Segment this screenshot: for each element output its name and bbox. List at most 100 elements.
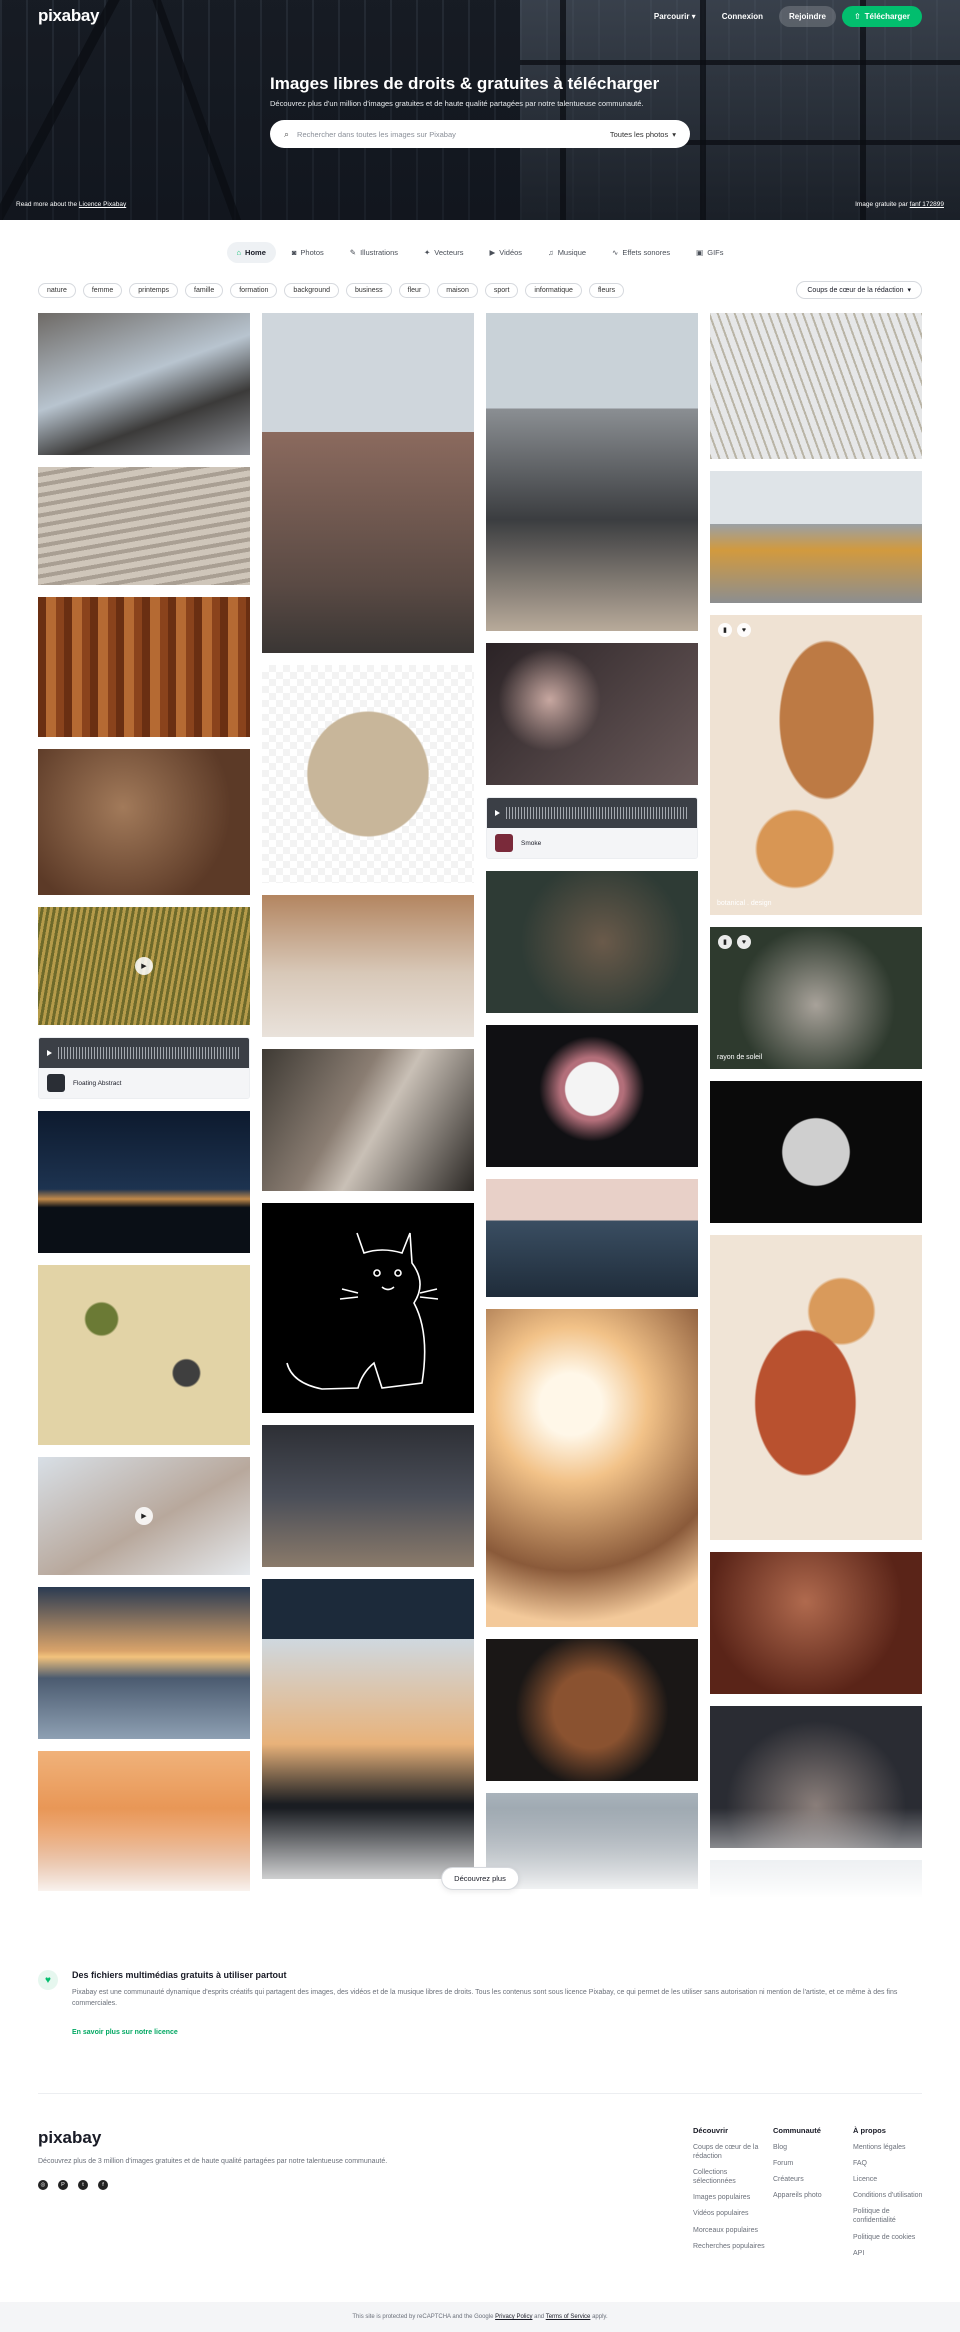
footer-link[interactable]: Coups de cœur de la rédaction [693, 2143, 768, 2161]
tab-vidéos[interactable]: ▶ Vidéos [479, 242, 532, 263]
join-button[interactable]: Rejoindre [779, 5, 836, 27]
tab-label: GIFs [707, 248, 724, 257]
discover-more-button[interactable]: Découvrez plus [441, 1867, 519, 1890]
image-tile[interactable] [486, 1639, 698, 1781]
instagram-icon[interactable]: ◎ [38, 2180, 48, 2190]
footer-link[interactable]: Conditions d'utilisation [853, 2191, 928, 2200]
license-more-link[interactable]: En savoir plus sur notre licence [72, 2029, 178, 2036]
video-play-icon[interactable]: ▶ [135, 957, 153, 975]
image-tile[interactable] [38, 313, 250, 455]
search-bar[interactable]: ⌕ Rechercher dans toutes les images sur … [270, 120, 690, 148]
footer-link[interactable]: Recherches populaires [693, 2242, 768, 2251]
bookmark-icon[interactable]: ▮ [718, 623, 732, 637]
tag-chip[interactable]: famille [185, 282, 224, 298]
tab-musique[interactable]: ♫ Musique [538, 242, 596, 263]
tab-home[interactable]: ⌂ Home [226, 242, 276, 263]
footer-link[interactable]: Blog [773, 2143, 848, 2152]
play-icon[interactable] [495, 810, 500, 816]
bookmark-icon[interactable]: ▮ [718, 935, 732, 949]
footer-link[interactable]: Images populaires [693, 2193, 768, 2202]
terms-link[interactable]: Terms of Service [546, 2314, 591, 2320]
footer-link[interactable]: Licence [853, 2175, 928, 2184]
tag-chip[interactable]: fleur [398, 282, 431, 298]
image-tile[interactable] [486, 313, 698, 631]
tag-chip[interactable]: sport [484, 282, 519, 298]
pinterest-icon[interactable]: P [58, 2180, 68, 2190]
footer-link[interactable]: Politique de confidentialité [853, 2207, 928, 2225]
image-tile[interactable] [262, 1425, 474, 1567]
footer-link[interactable]: Politique de cookies [853, 2233, 928, 2242]
image-tile[interactable] [38, 749, 250, 895]
facebook-icon[interactable]: f [98, 2180, 108, 2190]
image-tile[interactable] [38, 467, 250, 585]
image-tile[interactable]: ▶ [38, 1457, 250, 1575]
tag-chip[interactable]: femme [82, 282, 123, 298]
tag-chip[interactable]: background [284, 282, 340, 298]
like-icon[interactable]: ♥ [737, 935, 751, 949]
image-tile[interactable] [38, 1265, 250, 1445]
footer-link[interactable]: Appareils photo [773, 2191, 848, 2200]
image-tile[interactable] [262, 665, 474, 883]
footer-logo[interactable]: pixabay [38, 2128, 101, 2148]
license-link[interactable]: Licence Pixabay [79, 201, 126, 208]
play-icon[interactable] [47, 1050, 52, 1056]
image-tile[interactable] [262, 1203, 474, 1413]
image-tile[interactable]: ▮ ♥ botanical . design [710, 615, 922, 915]
sort-dropdown[interactable]: Coups de cœur de la rédaction ▾ [796, 281, 922, 299]
like-icon[interactable]: ♥ [737, 623, 751, 637]
tag-chip[interactable]: fleurs [588, 282, 625, 298]
image-tile[interactable] [486, 1025, 698, 1167]
image-tile[interactable] [710, 471, 922, 603]
waveform [487, 798, 697, 828]
video-play-icon[interactable]: ▶ [135, 1507, 153, 1525]
tag-chip[interactable]: formation [230, 282, 278, 298]
audio-track-card[interactable]: Smoke [486, 797, 698, 859]
explore-menu[interactable]: Parcourir ▾ [644, 6, 706, 27]
image-tile[interactable] [38, 1587, 250, 1739]
image-tile[interactable] [38, 597, 250, 737]
tab-photos[interactable]: ◙ Photos [282, 242, 334, 263]
footer-link[interactable]: Créateurs [773, 2175, 848, 2184]
image-tile[interactable] [710, 1235, 922, 1540]
image-tile[interactable] [710, 1081, 922, 1223]
image-tile[interactable] [262, 895, 474, 1037]
tab-effets-sonores[interactable]: ∿ Effets sonores [602, 242, 680, 263]
pixabay-logo[interactable]: pixabay [38, 6, 100, 26]
tag-chip[interactable]: informatique [525, 282, 582, 298]
search-input[interactable]: Rechercher dans toutes les images sur Pi… [297, 130, 610, 139]
upload-button[interactable]: ⇧ Télécharger [841, 5, 922, 27]
footer-link[interactable]: Vidéos populaires [693, 2209, 768, 2218]
image-tile[interactable] [486, 871, 698, 1013]
image-tile[interactable] [262, 1049, 474, 1191]
footer-col-title: Découvrir [693, 2126, 729, 2135]
tab-gifs[interactable]: ▣ GIFs [686, 242, 733, 263]
image-tile[interactable]: ▶ [38, 907, 250, 1025]
tag-chip[interactable]: nature [38, 282, 76, 298]
footer-link[interactable]: API [853, 2249, 928, 2258]
image-tile[interactable] [38, 1111, 250, 1253]
audio-track-card[interactable]: Floating Abstract [38, 1037, 250, 1099]
image-tile[interactable] [710, 1552, 922, 1694]
footer-link[interactable]: Collections sélectionnées [693, 2168, 768, 2186]
twitter-icon[interactable]: t [78, 2180, 88, 2190]
image-tile[interactable] [486, 1179, 698, 1297]
image-tile[interactable] [486, 643, 698, 785]
image-tile[interactable] [486, 1309, 698, 1627]
footer-link[interactable]: Forum [773, 2159, 848, 2168]
tag-chip[interactable]: printemps [129, 282, 178, 298]
login-link[interactable]: Connexion [712, 6, 773, 27]
tab-vecteurs[interactable]: ✦ Vecteurs [414, 242, 473, 263]
tab-illustrations[interactable]: ✎ Illustrations [340, 242, 408, 263]
image-tile[interactable]: ▮ ♥ rayon de soleil [710, 927, 922, 1069]
image-tile[interactable] [710, 313, 922, 459]
image-tile[interactable] [262, 313, 474, 653]
search-filter-dropdown[interactable]: Toutes les photos ▾ [610, 130, 676, 139]
credit-link[interactable]: fanf 172899 [910, 201, 944, 208]
footer-link[interactable]: Morceaux populaires [693, 2226, 768, 2235]
footer-link[interactable]: FAQ [853, 2159, 928, 2168]
privacy-policy-link[interactable]: Privacy Policy [495, 2314, 532, 2320]
tag-chip[interactable]: maison [437, 282, 478, 298]
footer-col-about: À propos Mentions légales FAQ Licence Condit… [853, 2126, 928, 2265]
footer-link[interactable]: Mentions légales [853, 2143, 928, 2152]
tag-chip[interactable]: business [346, 282, 392, 298]
